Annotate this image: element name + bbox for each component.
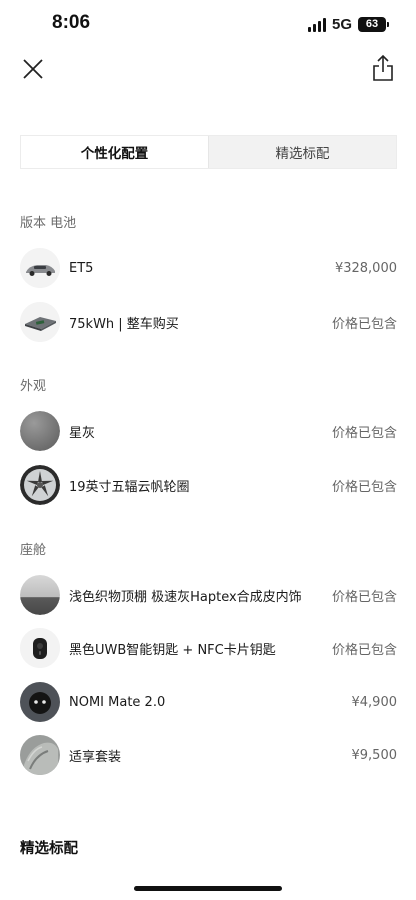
config-item-nomi[interactable]: NOMI Mate 2.0 ¥4,900 [20, 682, 397, 722]
item-label: 适享套装 [69, 749, 122, 765]
item-price: ¥9,500 [351, 747, 398, 763]
item-price: 价格已包含 [331, 479, 397, 495]
config-item-paint[interactable]: 星灰 价格已包含 [20, 411, 397, 451]
section-title-exterior: 外观 [20, 379, 47, 394]
config-item-comfort-package[interactable]: 适享套装 ¥9,500 [20, 735, 397, 775]
item-label: 黑色UWB智能钥匙 + NFC卡片钥匙 [69, 642, 276, 658]
close-button[interactable] [20, 56, 46, 82]
config-item-battery[interactable]: 75kWh | 整车购买 价格已包含 [20, 302, 397, 342]
item-label: 19英寸五辐云帆轮圈 [69, 479, 190, 495]
item-price: 价格已包含 [331, 316, 397, 332]
item-label: 浅色织物顶棚 极速灰Haptex合成皮内饰 [69, 589, 302, 605]
item-label: 星灰 [69, 425, 96, 441]
share-icon [373, 54, 393, 81]
battery-icon: 63 [358, 17, 389, 32]
tab-bar: 个性化配置 精选标配 [20, 135, 397, 169]
nomi-icon [20, 682, 60, 722]
item-price: 价格已包含 [331, 589, 397, 605]
section-title-version: 版本 电池 [20, 216, 77, 231]
network-type: 5G [331, 16, 352, 33]
key-icon [20, 628, 60, 668]
share-button[interactable] [370, 54, 396, 82]
signal-icon [307, 17, 326, 32]
battery-pack-icon [20, 302, 60, 342]
home-indicator[interactable] [134, 886, 282, 891]
item-label: NOMI Mate 2.0 [69, 694, 166, 710]
item-price: ¥328,000 [334, 260, 397, 276]
tab-personalized-config[interactable]: 个性化配置 [21, 136, 209, 168]
status-time: 8:06 [52, 12, 91, 33]
wheel-icon [20, 465, 60, 505]
config-item-wheels[interactable]: 19英寸五辐云帆轮圈 价格已包含 [20, 465, 397, 505]
interior-swatch-icon [20, 575, 60, 615]
close-icon [23, 59, 43, 79]
item-label: ET5 [69, 260, 94, 276]
item-price: 价格已包含 [331, 425, 397, 441]
car-icon [20, 248, 60, 288]
section-title-cabin: 座舱 [20, 543, 47, 558]
status-bar: 8:06 5G 63 [0, 0, 416, 50]
config-item-interior[interactable]: 浅色织物顶棚 极速灰Haptex合成皮内饰 价格已包含 [20, 575, 397, 615]
paint-swatch-icon [20, 411, 60, 451]
top-nav [0, 50, 416, 90]
item-price: 价格已包含 [331, 642, 397, 658]
config-item-key[interactable]: 黑色UWB智能钥匙 + NFC卡片钥匙 价格已包含 [20, 628, 397, 668]
standard-features-heading: 精选标配 [20, 841, 78, 857]
seat-package-icon [20, 735, 60, 775]
status-indicators: 5G 63 [307, 16, 389, 33]
tab-standard-features[interactable]: 精选标配 [209, 136, 396, 168]
item-price: ¥4,900 [351, 694, 398, 710]
item-label: 75kWh | 整车购买 [69, 316, 179, 332]
config-item-model[interactable]: ET5 ¥328,000 [20, 248, 397, 288]
